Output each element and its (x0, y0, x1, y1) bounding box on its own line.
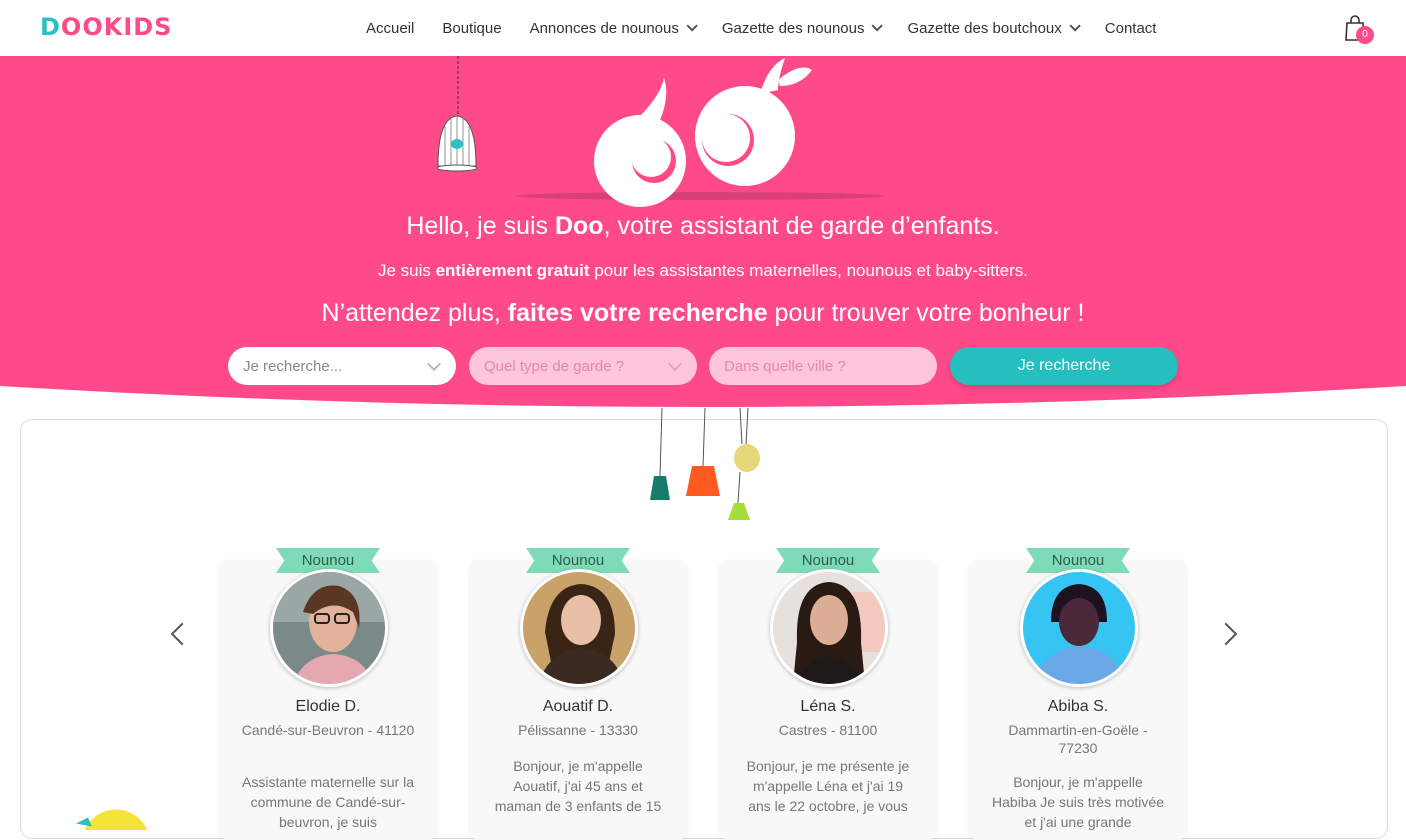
logo-letters-oo: OO (60, 13, 104, 41)
cart-button[interactable]: 0 (1344, 14, 1374, 44)
profile-description: Bonjour, je m'appelle Habiba Je suis trè… (992, 774, 1164, 830)
hero-banner: Hello, je suis Doo, votre assistant de g… (0, 56, 1406, 412)
carousel-prev-button[interactable] (170, 622, 194, 646)
cart-count-badge: 0 (1356, 26, 1374, 44)
nav-label: Accueil (366, 19, 415, 37)
search-type-placeholder: Quel type de garde ? (484, 357, 625, 375)
site-header: D OO KIDS Accueil Boutique Annonces de nou… (0, 0, 1406, 56)
profile-name: Elodie D. (295, 698, 361, 715)
logo-letter-d: D (40, 13, 61, 41)
profile-card[interactable]: Nounou Aouatif D. Pélissanne - 13330 Bon… (470, 548, 686, 840)
hanging-lamps-illustration (650, 408, 760, 520)
avatar (770, 569, 888, 687)
chevron-down-icon (667, 356, 683, 372)
profile-description: Bonjour, je me présente je m'appelle Lén… (746, 758, 910, 814)
nav-label: Gazette des boutchoux (907, 19, 1062, 37)
nav-item-annonces[interactable]: Annonces de nounous (516, 0, 708, 56)
chevron-down-icon (1069, 20, 1081, 32)
hero-title: Hello, je suis Doo, votre assistant de g… (406, 212, 1000, 240)
profile-description: Bonjour, je m'appelle Aouatif, j'ai 45 a… (494, 758, 662, 814)
main-nav: Accueil Boutique Annonces de nounous Gaz… (352, 0, 1170, 56)
nav-label: Contact (1104, 19, 1157, 37)
chevron-left-icon (170, 622, 194, 646)
sun-illustration (76, 809, 148, 830)
search-what-select[interactable]: Je recherche... (228, 347, 456, 385)
nav-item-contact[interactable]: Contact (1091, 0, 1171, 56)
profile-description: Assistante maternelle sur la commune de … (242, 774, 414, 830)
site-logo[interactable]: D OO KIDS (40, 12, 172, 42)
search-what-placeholder: Je recherche... (243, 357, 343, 375)
avatar (270, 569, 388, 687)
profile-name: Léna S. (800, 698, 856, 715)
profile-location: Dammartin-en-Goële - 77230 (1008, 722, 1148, 756)
nav-item-gazette-nounous[interactable]: Gazette des nounous (708, 0, 894, 56)
nav-item-accueil[interactable]: Accueil (352, 0, 428, 56)
logo-letters-kids: KIDS (103, 13, 173, 41)
chevron-down-icon (426, 356, 442, 372)
chevron-down-icon (686, 20, 698, 32)
nav-label: Boutique (442, 19, 502, 37)
profile-location: Castres - 81100 (778, 722, 878, 738)
profile-card[interactable]: Nounou Abiba S. Dammartin-en-Goële - 772… (970, 548, 1186, 840)
hero-call-to-action: N’attendez plus, faites votre recherche … (321, 299, 1085, 327)
profile-location: Pélissanne - 13330 (518, 722, 638, 738)
nav-item-boutique[interactable]: Boutique (428, 0, 515, 56)
profile-name: Abiba S. (1047, 698, 1109, 715)
chevron-down-icon (871, 20, 884, 32)
profile-name: Aouatif D. (542, 698, 614, 715)
profile-location: Candé-sur-Beuvron - 41120 (241, 722, 415, 738)
nav-item-gazette-boutchoux[interactable]: Gazette des boutchoux (893, 0, 1090, 56)
search-type-select[interactable]: Quel type de garde ? (469, 347, 697, 385)
search-city-input[interactable]: Dans quelle ville ? (709, 347, 937, 385)
profile-card[interactable]: Nounou Elodie D. Candé-sur-Beuvron - 411… (220, 548, 436, 840)
profile-card[interactable]: Nounou Léna S. Castres - 81100 Bonjour, … (720, 548, 936, 840)
search-submit-button[interactable]: Je recherche (950, 347, 1178, 385)
avatar (1020, 569, 1138, 687)
search-city-placeholder: Dans quelle ville ? (724, 357, 846, 375)
carousel-next-button[interactable] (1214, 622, 1242, 646)
avatar (520, 569, 638, 687)
nav-label: Gazette des nounous (721, 19, 865, 37)
hero-subtitle: Je suis entièrement gratuit pour les ass… (377, 261, 1029, 280)
nav-label: Annonces de nounous (529, 19, 679, 37)
